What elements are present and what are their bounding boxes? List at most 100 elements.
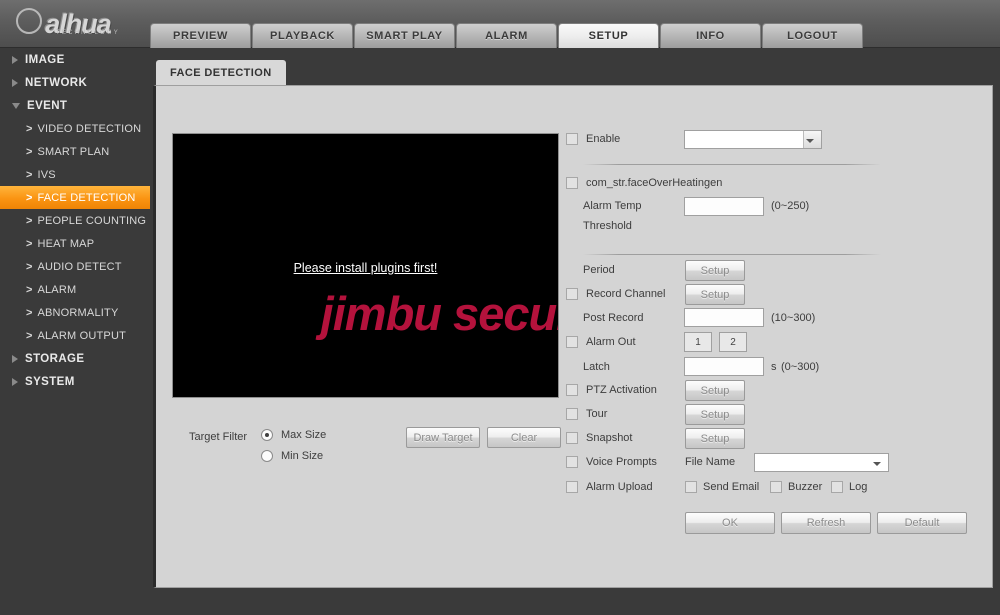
radio-indicator-min-size (261, 450, 273, 462)
radio-label-max-size: Max Size (281, 429, 327, 441)
radio-max-size[interactable]: Max Size (261, 429, 326, 441)
sidebar-item-label: SMART PLAN (37, 145, 110, 158)
sidebar-item-label: ABNORMALITY (37, 306, 119, 319)
sidebar-item-video-detection[interactable]: > VIDEO DETECTION (0, 117, 150, 140)
record-channel-row: Record Channel (566, 288, 666, 300)
over-heating-label: com_str.faceOverHeatingen (586, 177, 723, 189)
refresh-button[interactable]: Refresh (781, 512, 871, 534)
file-name-dropdown[interactable] (754, 453, 889, 472)
alarm-upload-label: Alarm Upload (586, 481, 653, 493)
sidebar-group-system[interactable]: SYSTEM (0, 370, 150, 393)
chevron-right-icon: > (26, 191, 33, 204)
tab-preview[interactable]: PREVIEW (150, 23, 251, 48)
sidebar-item-audio-detect[interactable]: > AUDIO DETECT (0, 255, 150, 278)
chevron-right-icon: > (26, 145, 33, 158)
sidebar-group-label: STORAGE (25, 352, 85, 365)
sidebar-item-ivs[interactable]: > IVS (0, 163, 150, 186)
ptz-activation-checkbox[interactable] (566, 384, 578, 396)
application-window: alhua TECHNOLOGY PREVIEW PLAYBACK SMART … (0, 0, 1000, 615)
chevron-right-icon (12, 354, 18, 363)
alarm-out-channel-1[interactable]: 1 (684, 332, 712, 352)
sidebar-item-alarm-output[interactable]: > ALARM OUTPUT (0, 324, 150, 347)
sidebar-group-label: NETWORK (25, 76, 88, 89)
header-bar: alhua TECHNOLOGY PREVIEW PLAYBACK SMART … (0, 0, 1000, 48)
alarm-upload-checkbox[interactable] (566, 481, 578, 493)
sidebar-item-alarm[interactable]: > ALARM (0, 278, 150, 301)
record-channel-label: Record Channel (586, 288, 666, 300)
clear-button[interactable]: Clear (487, 427, 561, 448)
post-record-range: (10~300) (771, 312, 816, 324)
enable-row: Enable (566, 133, 620, 145)
alarm-temp-input[interactable] (684, 197, 764, 216)
snapshot-label: Snapshot (586, 432, 633, 444)
draw-target-button[interactable]: Draw Target (406, 427, 480, 448)
tour-checkbox[interactable] (566, 408, 578, 420)
sidebar-group-event[interactable]: EVENT (0, 94, 150, 117)
install-plugins-link[interactable]: Please install plugins first! (173, 261, 558, 275)
tab-logout[interactable]: LOGOUT (762, 23, 863, 48)
sidebar: IMAGE NETWORK EVENT > VIDEO DETECTION > … (0, 48, 150, 615)
alarm-out-channel-2[interactable]: 2 (719, 332, 747, 352)
buzzer-checkbox[interactable] (770, 481, 782, 493)
voice-prompts-row: Voice Prompts (566, 456, 657, 468)
default-button[interactable]: Default (877, 512, 967, 534)
sidebar-item-label: ALARM (37, 283, 77, 296)
snapshot-row: Snapshot (566, 432, 632, 444)
alarm-out-row: Alarm Out (566, 336, 636, 348)
sidebar-item-smart-plan[interactable]: > SMART PLAN (0, 140, 150, 163)
target-filter-label: Target Filter (189, 431, 248, 443)
sidebar-item-face-detection[interactable]: > FACE DETECTION (0, 186, 150, 209)
snapshot-setup-button[interactable]: Setup (685, 428, 745, 449)
record-channel-setup-button[interactable]: Setup (685, 284, 745, 305)
logo-tagline: TECHNOLOGY (56, 30, 121, 36)
ptz-activation-row: PTZ Activation (566, 384, 657, 396)
send-email-checkbox[interactable] (685, 481, 697, 493)
enable-label: Enable (586, 133, 621, 145)
sidebar-item-label: HEAT MAP (37, 237, 95, 250)
log-checkbox[interactable] (831, 481, 843, 493)
voice-prompts-checkbox[interactable] (566, 456, 578, 468)
send-email-label: Send Email (703, 481, 760, 493)
tour-row: Tour (566, 408, 607, 420)
chevron-right-icon (12, 55, 18, 64)
chevron-right-icon: > (26, 329, 33, 342)
tab-alarm[interactable]: ALARM (456, 23, 557, 48)
enable-checkbox[interactable] (566, 133, 578, 145)
snapshot-checkbox[interactable] (566, 432, 578, 444)
sidebar-group-network[interactable]: NETWORK (0, 71, 150, 94)
period-setup-button[interactable]: Setup (685, 260, 745, 281)
sidebar-item-abnormality[interactable]: > ABNORMALITY (0, 301, 150, 324)
chevron-right-icon (12, 78, 18, 87)
latch-input[interactable] (684, 357, 764, 376)
tab-info[interactable]: INFO (660, 23, 761, 48)
ok-button[interactable]: OK (685, 512, 775, 534)
log-row: Log (831, 481, 867, 493)
alarm-out-label: Alarm Out (586, 336, 636, 348)
over-heating-checkbox[interactable] (566, 177, 578, 189)
tour-label: Tour (586, 408, 608, 420)
chevron-down-icon (803, 131, 821, 148)
enable-dropdown[interactable] (684, 130, 822, 149)
sidebar-group-storage[interactable]: STORAGE (0, 347, 150, 370)
sidebar-item-people-counting[interactable]: > PEOPLE COUNTING (0, 209, 150, 232)
chevron-right-icon: > (26, 122, 33, 135)
latch-range: (0~300) (781, 361, 820, 373)
alarm-out-checkbox[interactable] (566, 336, 578, 348)
tab-face-detection[interactable]: FACE DETECTION (156, 60, 286, 85)
sidebar-item-heat-map[interactable]: > HEAT MAP (0, 232, 150, 255)
sidebar-group-image[interactable]: IMAGE (0, 48, 150, 71)
latch-unit: s (771, 361, 777, 373)
radio-indicator-max-size (261, 429, 273, 441)
radio-min-size[interactable]: Min Size (261, 450, 323, 462)
tab-setup[interactable]: SETUP (558, 23, 659, 48)
tab-playback[interactable]: PLAYBACK (252, 23, 353, 48)
over-heating-row: com_str.faceOverHeatingen (566, 177, 722, 189)
video-preview[interactable]: Please install plugins first! jimbu secu… (172, 133, 559, 398)
record-channel-checkbox[interactable] (566, 288, 578, 300)
tab-smart-play[interactable]: SMART PLAY (354, 23, 455, 48)
post-record-input[interactable] (684, 308, 764, 327)
ptz-activation-setup-button[interactable]: Setup (685, 380, 745, 401)
post-record-label: Post Record (583, 312, 644, 324)
chevron-right-icon: > (26, 283, 33, 296)
tour-setup-button[interactable]: Setup (685, 404, 745, 425)
